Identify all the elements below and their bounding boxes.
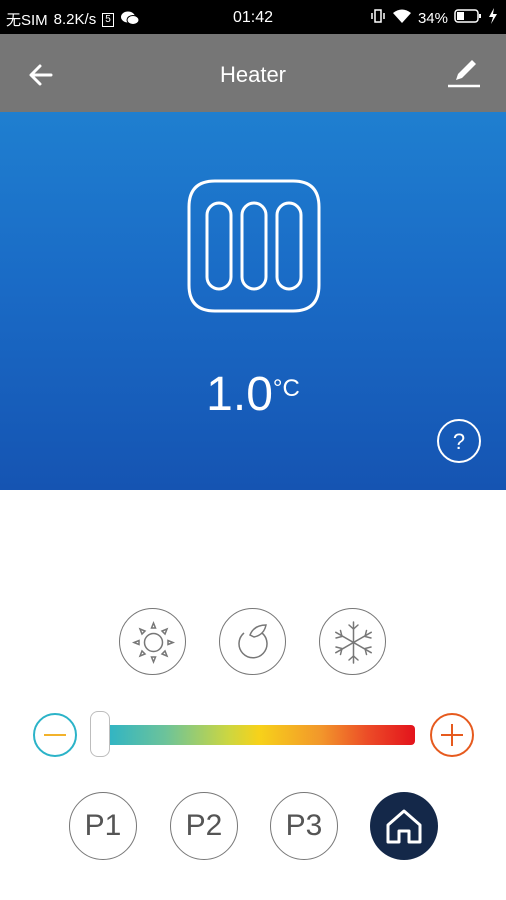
home-icon bbox=[386, 809, 422, 844]
snowflake-icon bbox=[335, 621, 372, 664]
question-icon: ? bbox=[437, 419, 481, 463]
page-title: Heater bbox=[219, 62, 287, 87]
heat-mode-button[interactable] bbox=[119, 608, 186, 675]
app-bar: Heater bbox=[0, 34, 506, 112]
vibrate-icon bbox=[370, 8, 386, 28]
battery-percent: 34% bbox=[417, 9, 448, 27]
temperature-unit: °C bbox=[272, 375, 300, 402]
edit-button[interactable] bbox=[446, 56, 482, 92]
pencil-icon bbox=[448, 60, 480, 88]
cool-mode-button[interactable] bbox=[319, 608, 386, 675]
preset-2-button[interactable]: P2 bbox=[170, 792, 238, 860]
status-panel: 1.0°C ? bbox=[0, 112, 506, 490]
leaf-icon bbox=[238, 624, 268, 659]
increase-button[interactable] bbox=[429, 712, 475, 758]
status-right: 34% bbox=[370, 8, 498, 28]
status-bar: 无SIM 8.2K/s 5 01:42 34% bbox=[0, 0, 506, 34]
help-label: ? bbox=[453, 429, 465, 454]
eco-mode-button[interactable] bbox=[219, 608, 286, 675]
battery-icon bbox=[454, 9, 482, 27]
temperature-readout: 1.0°C bbox=[0, 367, 506, 422]
temperature-slider[interactable] bbox=[103, 725, 415, 745]
slider-handle[interactable] bbox=[90, 711, 110, 757]
minus-icon bbox=[33, 713, 77, 757]
home-button[interactable] bbox=[370, 792, 438, 860]
decrease-button[interactable] bbox=[32, 712, 78, 758]
wifi-icon bbox=[392, 8, 412, 28]
preset-3-button[interactable]: P3 bbox=[270, 792, 338, 860]
help-button[interactable]: ? bbox=[436, 418, 482, 464]
preset-1-button[interactable]: P1 bbox=[69, 792, 137, 860]
charging-icon bbox=[488, 8, 498, 28]
plus-icon bbox=[430, 713, 474, 757]
heater-icon bbox=[187, 179, 321, 313]
sun-icon bbox=[131, 620, 176, 665]
temperature-value: 1.0 bbox=[206, 368, 273, 421]
